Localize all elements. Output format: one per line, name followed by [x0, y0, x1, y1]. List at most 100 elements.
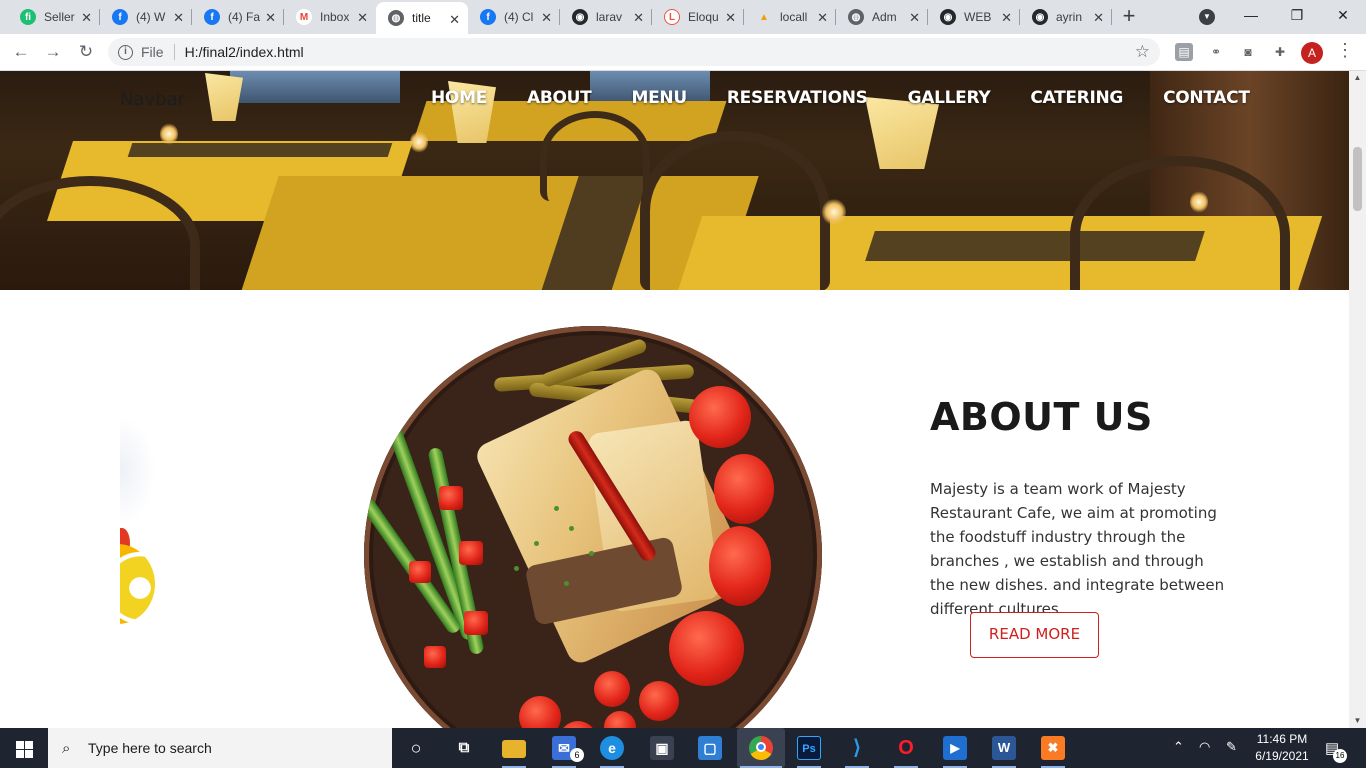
gmail-icon: M: [296, 9, 312, 25]
page-viewport: Navbar HOME ABOUT MENU RESERVATIONS GALL…: [0, 71, 1349, 728]
browser-tab[interactable]: f (4) Fa ✕: [192, 0, 284, 34]
windows-logo-icon: [16, 741, 24, 749]
page-scrollbar[interactable]: ▲ ▼: [1349, 71, 1366, 728]
close-tab-icon[interactable]: ✕: [357, 10, 368, 26]
navbar-brand[interactable]: Navbar: [120, 89, 185, 110]
facebook-icon: f: [112, 9, 128, 25]
tab-title: Adm: [872, 10, 897, 24]
tab-title: locall: [780, 10, 808, 24]
github-icon: ◉: [572, 9, 588, 25]
close-tab-icon[interactable]: ✕: [173, 10, 184, 26]
close-tab-icon[interactable]: ✕: [449, 12, 460, 28]
chrome-icon[interactable]: [749, 736, 773, 760]
close-window-button[interactable]: ✕: [1320, 0, 1366, 32]
media-player-icon[interactable]: ▶: [943, 736, 967, 760]
clock-date: 6/19/2021: [1255, 749, 1309, 763]
about-title: ABOUT US: [930, 395, 1153, 439]
word-icon[interactable]: W: [992, 736, 1016, 760]
browser-tab[interactable]: f (4) W ✕: [100, 0, 192, 34]
clock-time: 11:46 PM: [1256, 732, 1308, 746]
camera-extension-icon[interactable]: ◙: [1239, 43, 1257, 61]
minimize-button[interactable]: —: [1228, 0, 1274, 32]
photoshop-icon[interactable]: Ps: [797, 736, 821, 760]
tab-title: (4) Fa: [228, 10, 260, 24]
github-icon: ◉: [1032, 9, 1048, 25]
reload-icon[interactable]: ↻: [74, 40, 98, 64]
profile-avatar[interactable]: A: [1301, 42, 1323, 64]
tab-title: (4) Cl: [504, 10, 534, 24]
scrollbar-thumb[interactable]: [1353, 147, 1362, 211]
close-tab-icon[interactable]: ✕: [541, 10, 552, 26]
nav-link-home[interactable]: HOME: [431, 88, 487, 108]
browser-tab[interactable]: ◉ larav ✕: [560, 0, 652, 34]
url-text[interactable]: H:/final2/index.html: [185, 44, 304, 60]
nav-link-contact[interactable]: CONTACT: [1163, 88, 1250, 108]
globe-icon: ◍: [848, 9, 864, 25]
browser-tab[interactable]: fi Seller ✕: [8, 0, 100, 34]
xampp-icon[interactable]: ✖: [1041, 736, 1065, 760]
browser-toolbar: ← → ↻ i File H:/final2/index.html ☆ ▤ ⚭ …: [0, 34, 1366, 71]
browser-tab[interactable]: ▲ locall ✕: [744, 0, 836, 34]
remote-app-icon[interactable]: ▢: [698, 736, 722, 760]
nav-link-about[interactable]: ABOUT: [527, 88, 592, 108]
read-more-button[interactable]: READ MORE: [970, 612, 1099, 658]
store-icon[interactable]: ▣: [650, 736, 674, 760]
extensions-puzzle-icon[interactable]: ✚: [1271, 43, 1289, 61]
task-view-icon[interactable]: ⧉: [452, 736, 476, 760]
facebook-icon: f: [480, 9, 496, 25]
windows-taskbar: ⌕ Type here to search ○ ⧉ ✉ 6 e ▣ ▢ Ps ⟩…: [0, 728, 1366, 768]
tray-chevron-icon[interactable]: ⌃: [1173, 739, 1184, 755]
scroll-up-icon[interactable]: ▲: [1349, 71, 1366, 85]
nav-link-catering[interactable]: CATERING: [1030, 88, 1123, 108]
start-button[interactable]: [0, 728, 48, 768]
address-bar[interactable]: i File H:/final2/index.html ☆: [108, 38, 1160, 66]
close-tab-icon[interactable]: ✕: [1001, 10, 1012, 26]
phpmyadmin-icon: ▲: [756, 9, 772, 25]
tab-search-icon[interactable]: ▼: [1199, 9, 1215, 25]
opera-icon[interactable]: O: [894, 736, 918, 760]
cortana-icon[interactable]: ○: [404, 736, 428, 760]
close-tab-icon[interactable]: ✕: [817, 10, 828, 26]
tab-title: Seller: [44, 10, 75, 24]
vscode-icon[interactable]: ⟩: [845, 736, 869, 760]
system-clock[interactable]: 11:46 PM 6/19/2021: [1252, 731, 1312, 765]
wifi-icon[interactable]: ◠: [1199, 739, 1210, 755]
browser-tab[interactable]: ◍ Adm ✕: [836, 0, 928, 34]
edge-icon[interactable]: e: [600, 736, 624, 760]
browser-tab[interactable]: L Eloqu ✕: [652, 0, 744, 34]
tab-title: ayrin: [1056, 10, 1083, 24]
file-explorer-icon[interactable]: [502, 740, 526, 758]
browser-tab[interactable]: ◉ WEB ✕: [928, 0, 1020, 34]
new-tab-button[interactable]: +: [1118, 4, 1140, 28]
restore-button[interactable]: ❐: [1274, 0, 1320, 32]
more-menu-icon[interactable]: ⋮: [1336, 40, 1354, 61]
nav-link-gallery[interactable]: GALLERY: [908, 88, 991, 108]
browser-tab[interactable]: f (4) Cl ✕: [468, 0, 560, 34]
site-info-icon[interactable]: i: [118, 44, 133, 60]
close-tab-icon[interactable]: ✕: [265, 10, 276, 26]
nav-link-menu[interactable]: MENU: [631, 88, 687, 108]
about-description: Majesty is a team work of Majesty Restau…: [930, 480, 1225, 618]
close-tab-icon[interactable]: ✕: [725, 10, 736, 26]
close-tab-icon[interactable]: ✕: [909, 10, 920, 26]
tab-title: (4) W: [136, 10, 166, 24]
scroll-down-icon[interactable]: ▼: [1349, 714, 1366, 728]
pdf-extension-icon[interactable]: ▤: [1175, 43, 1193, 61]
back-icon[interactable]: ←: [9, 40, 33, 64]
close-tab-icon[interactable]: ✕: [81, 10, 92, 26]
close-tab-icon[interactable]: ✕: [633, 10, 644, 26]
browser-tab[interactable]: M Inbox ✕: [284, 0, 376, 34]
forward-icon[interactable]: →: [41, 40, 65, 64]
laravel-icon: L: [664, 9, 680, 25]
search-placeholder: Type here to search: [88, 740, 212, 756]
bookmark-star-icon[interactable]: ☆: [1135, 42, 1150, 62]
close-tab-icon[interactable]: ✕: [1093, 10, 1104, 26]
pen-icon[interactable]: ✎: [1226, 739, 1237, 755]
taskbar-search-box[interactable]: ⌕ Type here to search: [48, 728, 392, 768]
tab-title: Inbox: [320, 10, 350, 24]
browser-tab[interactable]: ◉ ayrin ✕: [1020, 0, 1112, 34]
sync-extension-icon[interactable]: ⚭: [1207, 43, 1225, 61]
nav-link-reservations[interactable]: RESERVATIONS: [727, 88, 868, 108]
tab-title: Eloqu: [688, 10, 719, 24]
browser-tab-active[interactable]: ◍ title ✕: [376, 2, 468, 34]
